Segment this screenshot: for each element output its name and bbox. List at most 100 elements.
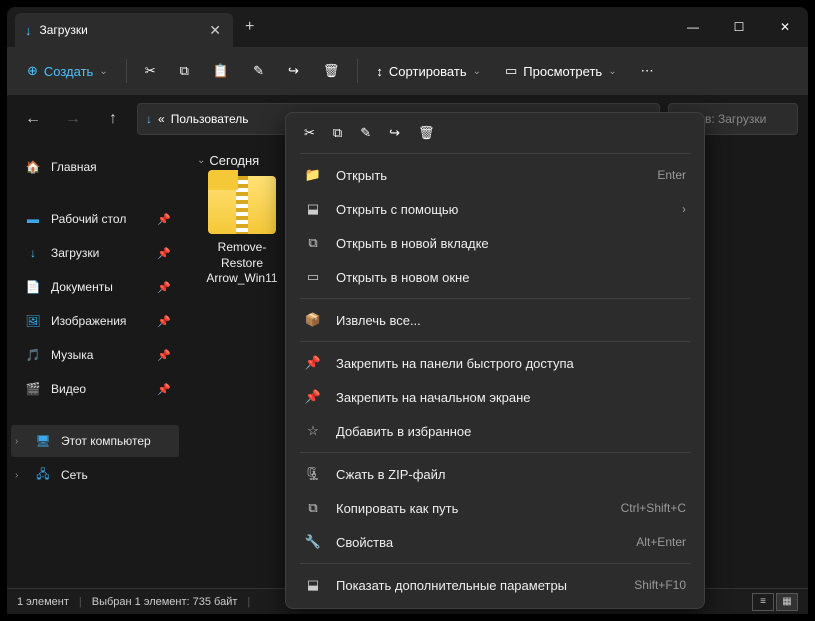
ctx-opentab[interactable]: ⧉Открыть в новой вкладке — [292, 226, 698, 260]
chevron-down-icon: ⌄ — [197, 155, 205, 166]
openwith-icon: ⬓ — [304, 201, 322, 217]
sidebar: 🏠Главная ▬ Рабочий стол 📌 ↓Загрузки📌 📄 Доку… — [7, 143, 183, 588]
tab-close-button[interactable]: ✕ — [205, 22, 225, 39]
new-button[interactable]: ⊕ Создать ⌄ — [17, 54, 118, 88]
back-button[interactable]: ← — [17, 103, 49, 135]
ctx-copypath[interactable]: ⧉Копировать как путьCtrl+Shift+C — [292, 491, 698, 525]
sidebar-label: Музыка — [51, 348, 93, 362]
sort-icon: ↕ — [376, 64, 383, 79]
zip-icon — [208, 176, 276, 234]
separator — [126, 59, 127, 83]
rename-button[interactable]: ✎ — [243, 54, 274, 88]
pin-icon: 📌 — [157, 213, 171, 226]
sort-button[interactable]: ↕ Сортировать ⌄ — [366, 54, 491, 88]
rename-icon: ✎ — [253, 63, 264, 79]
sidebar-label: Сеть — [61, 468, 88, 482]
documents-icon: 📄 — [25, 279, 41, 295]
view-button[interactable]: ▭ Просмотреть ⌄ — [495, 54, 627, 88]
sidebar-label: Изображения — [51, 314, 126, 328]
separator — [300, 153, 690, 154]
view-label: Просмотреть — [523, 64, 602, 79]
view-icon: ▭ — [505, 63, 517, 79]
rename-icon[interactable]: ✎ — [360, 125, 371, 141]
tab-downloads[interactable]: ↓ Загрузки ✕ — [15, 13, 233, 47]
toolbar: ⊕ Создать ⌄ ✂ ⧉ 📋 ✎ ↪ 🗑 ↕ Сортировать ⌄ … — [7, 47, 808, 95]
cut-icon[interactable]: ✂ — [304, 125, 315, 141]
forward-button[interactable]: → — [57, 103, 89, 135]
separator: | — [247, 596, 250, 608]
paste-button[interactable]: 📋 — [203, 54, 239, 88]
sidebar-label: Рабочий стол — [51, 212, 126, 226]
close-button[interactable]: ✕ — [762, 7, 808, 47]
pc-icon: 🖥 — [35, 433, 51, 449]
sidebar-label: Главная — [51, 160, 97, 174]
maximize-button[interactable]: ☐ — [716, 7, 762, 47]
pin-icon: 📌 — [304, 355, 322, 371]
minimize-button[interactable]: ― — [670, 7, 716, 47]
sidebar-thispc[interactable]: ›🖥Этот компьютер — [11, 425, 179, 457]
ctx-label: Показать дополнительные параметры — [336, 578, 567, 593]
sidebar-documents[interactable]: 📄Документы📌 — [11, 271, 179, 303]
star-icon: ☆ — [304, 423, 322, 439]
ctx-fav[interactable]: ☆Добавить в избранное — [292, 414, 698, 448]
download-icon: ↓ — [25, 23, 32, 38]
view-list-button[interactable]: ≡ — [752, 593, 774, 611]
ctx-label: Свойства — [336, 535, 393, 550]
delete-button[interactable]: 🗑 — [313, 54, 350, 88]
ctx-pinstart[interactable]: 📌Закрепить на начальном экране — [292, 380, 698, 414]
new-label: Создать — [44, 64, 93, 79]
chevron-right-icon: › — [15, 470, 18, 481]
pin-icon: 📌 — [157, 383, 171, 396]
sidebar-music[interactable]: 🎵Музыка📌 — [11, 339, 179, 371]
chevron-down-icon: ⌄ — [473, 66, 481, 77]
videos-icon: 🎬 — [25, 381, 41, 397]
download-icon: ↓ — [25, 245, 41, 261]
wrench-icon: 🔧 — [304, 534, 322, 550]
sidebar-desktop[interactable]: ▬ Рабочий стол 📌 — [11, 203, 179, 235]
ctx-more[interactable]: ⬓Показать дополнительные параметрыShift+… — [292, 568, 698, 602]
ctx-openwindow[interactable]: ▭Открыть в новом окне — [292, 260, 698, 294]
share-icon[interactable]: ↪ — [389, 125, 400, 141]
separator — [357, 59, 358, 83]
zip-icon: 🗜 — [304, 466, 322, 482]
ctx-zip[interactable]: 🗜Сжать в ZIP-файл — [292, 457, 698, 491]
tab-title: Загрузки — [40, 23, 88, 37]
pin-icon: 📌 — [157, 247, 171, 260]
desktop-icon: ▬ — [25, 211, 41, 227]
separator — [300, 452, 690, 453]
ctx-label: Открыть — [336, 168, 387, 183]
sidebar-home[interactable]: 🏠Главная — [11, 151, 179, 183]
copy-button[interactable]: ⧉ — [170, 54, 199, 88]
sidebar-videos[interactable]: 🎬Видео📌 — [11, 373, 179, 405]
context-quick-actions: ✂ ⧉ ✎ ↪ 🗑 — [292, 119, 698, 149]
file-zip[interactable]: Remove-Restore Arrow_Win11 — [197, 176, 287, 287]
ctx-props[interactable]: 🔧СвойстваAlt+Enter — [292, 525, 698, 559]
sidebar-pictures[interactable]: 🖼Изображения📌 — [11, 305, 179, 337]
sidebar-downloads[interactable]: ↓Загрузки📌 — [11, 237, 179, 269]
titlebar: ↓ Загрузки ✕ + ― ☐ ✕ — [7, 7, 808, 47]
new-tab-button[interactable]: + — [233, 18, 266, 36]
copy-icon[interactable]: ⧉ — [333, 125, 342, 141]
address-prefix: « — [158, 112, 165, 126]
path-icon: ⧉ — [304, 500, 322, 516]
music-icon: 🎵 — [25, 347, 41, 363]
ctx-extract[interactable]: 📦Извлечь все... — [292, 303, 698, 337]
view-grid-button[interactable]: ▦ — [776, 593, 798, 611]
ctx-label: Открыть в новой вкладке — [336, 236, 489, 251]
section-label: Сегодня — [209, 153, 259, 168]
cut-button[interactable]: ✂ — [135, 54, 166, 88]
sidebar-label: Документы — [51, 280, 113, 294]
sidebar-network[interactable]: ›🖧Сеть — [11, 459, 179, 491]
ctx-openwith[interactable]: ⬓Открыть с помощью› — [292, 192, 698, 226]
up-button[interactable]: ↑ — [97, 103, 129, 135]
ctx-pinquick[interactable]: 📌Закрепить на панели быстрого доступа — [292, 346, 698, 380]
trash-icon[interactable]: 🗑 — [418, 125, 435, 141]
ctx-shortcut: Shift+F10 — [634, 578, 686, 592]
ctx-shortcut: Enter — [657, 168, 686, 182]
sidebar-label: Этот компьютер — [61, 434, 151, 448]
more-button[interactable]: ⋯ — [631, 54, 664, 88]
share-button[interactable]: ↪ — [278, 54, 309, 88]
chevron-right-icon: › — [682, 202, 686, 216]
ctx-shortcut: Ctrl+Shift+C — [621, 501, 686, 515]
ctx-open[interactable]: 📁ОткрытьEnter — [292, 158, 698, 192]
